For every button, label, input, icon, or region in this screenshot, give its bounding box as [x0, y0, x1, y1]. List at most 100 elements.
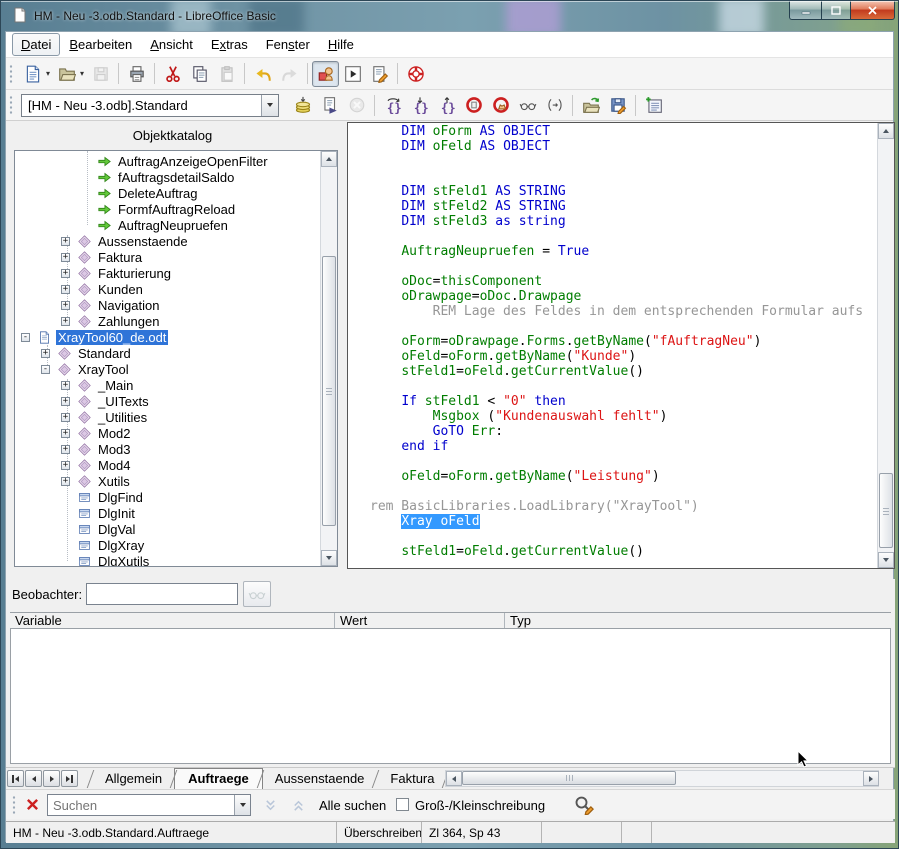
scrollbar-thumb[interactable] — [879, 473, 893, 548]
save-button[interactable] — [87, 61, 114, 87]
module-tab[interactable]: Auftraege — [175, 769, 262, 789]
search-input[interactable] — [48, 795, 234, 815]
tree-item[interactable]: _Utilities — [15, 409, 320, 425]
run-button[interactable] — [316, 92, 343, 118]
enable-watch-button[interactable] — [514, 92, 541, 118]
manage-breakpoints-button[interactable] — [487, 92, 514, 118]
expander-icon[interactable] — [61, 253, 70, 262]
close-find-bar-icon[interactable] — [26, 798, 39, 814]
step-over-button[interactable]: {} — [379, 92, 406, 118]
maximize-button[interactable] — [821, 1, 850, 20]
last-tab-button[interactable] — [61, 770, 78, 787]
editor-scrollbar[interactable] — [877, 123, 894, 568]
new-document-button[interactable] — [19, 61, 46, 87]
menu-item[interactable]: Fenster — [257, 33, 319, 56]
find-all-button[interactable]: Alle suchen — [319, 798, 386, 813]
tree-item[interactable]: Xutils — [15, 473, 320, 489]
statusbar-cell[interactable] — [622, 822, 652, 843]
expander-icon[interactable] — [41, 349, 50, 358]
match-case-checkbox[interactable] — [396, 798, 409, 811]
edit-macros-button[interactable] — [366, 61, 393, 87]
tree-item[interactable]: Faktura — [15, 249, 320, 265]
search-combobox[interactable] — [47, 794, 251, 816]
statusbar-cell[interactable]: Überschreiben — [337, 822, 422, 843]
close-button[interactable] — [850, 1, 895, 20]
tree-item[interactable]: fAuftragsdetailSaldo — [15, 169, 320, 185]
match-case-label[interactable]: Groß-/Kleinschreibung — [415, 798, 545, 813]
insert-source-text-button[interactable] — [577, 92, 604, 118]
tree-item[interactable]: Mod4 — [15, 457, 320, 473]
scroll-right-button[interactable] — [863, 771, 879, 786]
tree-item[interactable]: DlgFind — [15, 489, 320, 505]
scroll-down-button[interactable] — [878, 552, 894, 568]
paste-button[interactable] — [213, 61, 240, 87]
watch-table-body[interactable] — [10, 629, 891, 764]
toolbar-drag-handle[interactable] — [9, 95, 13, 115]
tree-item[interactable]: Standard — [15, 345, 320, 361]
object-catalog-tree[interactable]: AuftragAnzeigeOpenFilter fAuftragsdetail… — [14, 150, 338, 567]
watch-input[interactable] — [86, 583, 238, 605]
copy-button[interactable] — [186, 61, 213, 87]
find-and-replace-icon[interactable] — [574, 795, 594, 818]
menu-item[interactable]: Datei — [12, 33, 60, 56]
expander-icon[interactable] — [61, 285, 70, 294]
open-button[interactable] — [53, 61, 80, 87]
find-previous-button[interactable] — [287, 794, 310, 816]
open-dropdown-icon[interactable]: ▾ — [77, 69, 87, 78]
find-parentheses-button[interactable] — [541, 92, 568, 118]
tree-item[interactable]: XrayTool60_de.odt — [15, 329, 320, 345]
tree-item[interactable]: XrayTool — [15, 361, 320, 377]
print-button[interactable] — [123, 61, 150, 87]
object-catalog-toggle-button[interactable] — [312, 61, 339, 87]
enable-watch-button-disabled[interactable] — [243, 581, 271, 607]
code-area[interactable]: DIM oForm AS OBJECT DIM oFeld AS OBJECT … — [348, 124, 877, 568]
help-button[interactable] — [402, 61, 429, 87]
search-dropdown-icon[interactable] — [234, 795, 250, 815]
menu-item[interactable]: Extras — [202, 33, 257, 56]
tree-item[interactable]: DlgVal — [15, 521, 320, 537]
insert-module-button[interactable] — [640, 92, 667, 118]
next-tab-button[interactable] — [43, 770, 60, 787]
minimize-button[interactable] — [789, 1, 821, 20]
tree-scrollbar[interactable] — [320, 151, 337, 566]
module-tab[interactable]: Faktura — [377, 769, 447, 789]
library-selector[interactable]: [HM - Neu -3.odb].Standard — [21, 94, 279, 117]
expander-icon[interactable] — [61, 269, 70, 278]
expander-icon[interactable] — [61, 429, 70, 438]
statusbar-cell[interactable] — [542, 822, 622, 843]
module-tab[interactable]: Aussenstaende — [262, 769, 378, 789]
tree-item[interactable]: AuftragNeupruefen — [15, 217, 320, 233]
toolbar-drag-handle[interactable] — [12, 795, 16, 815]
previous-tab-button[interactable] — [25, 770, 42, 787]
scrollbar-thumb[interactable] — [322, 256, 336, 526]
title-bar[interactable]: HM - Neu -3.odb.Standard - LibreOffice B… — [1, 1, 899, 31]
find-next-button[interactable] — [259, 794, 282, 816]
tree-item[interactable]: Navigation — [15, 297, 320, 313]
expander-icon[interactable] — [61, 477, 70, 486]
tree-item[interactable]: DlgInit — [15, 505, 320, 521]
redo-button[interactable] — [276, 61, 303, 87]
statusbar-cell[interactable]: HM - Neu -3.odb.Standard.Auftraege — [6, 822, 337, 843]
tree-item[interactable]: AuftragAnzeigeOpenFilter — [15, 153, 320, 169]
tree-item[interactable]: Mod3 — [15, 441, 320, 457]
toolbar-drag-handle[interactable] — [9, 64, 13, 84]
tree-item[interactable]: Fakturierung — [15, 265, 320, 281]
menu-item[interactable]: Ansicht — [141, 33, 202, 56]
tree-item[interactable]: Mod2 — [15, 425, 320, 441]
statusbar-cell[interactable] — [652, 822, 895, 843]
watch-column-header[interactable]: Wert — [335, 613, 505, 628]
statusbar-cell[interactable]: Zl 364, Sp 43 — [422, 822, 542, 843]
tree-item[interactable]: Kunden — [15, 281, 320, 297]
tree-item[interactable]: _Main — [15, 377, 320, 393]
run-macro-button[interactable] — [339, 61, 366, 87]
expander-icon[interactable] — [61, 445, 70, 454]
horizontal-scrollbar[interactable] — [445, 770, 879, 787]
module-tab[interactable]: Allgemein — [92, 769, 175, 789]
expander-icon[interactable] — [41, 365, 50, 374]
tree-item[interactable]: _UITexts — [15, 393, 320, 409]
step-out-button[interactable]: {} — [433, 92, 460, 118]
watch-column-header[interactable]: Variable — [10, 613, 335, 628]
compile-button[interactable] — [289, 92, 316, 118]
tree-item[interactable]: DlgXutils — [15, 553, 320, 566]
menu-item[interactable]: Hilfe — [319, 33, 363, 56]
